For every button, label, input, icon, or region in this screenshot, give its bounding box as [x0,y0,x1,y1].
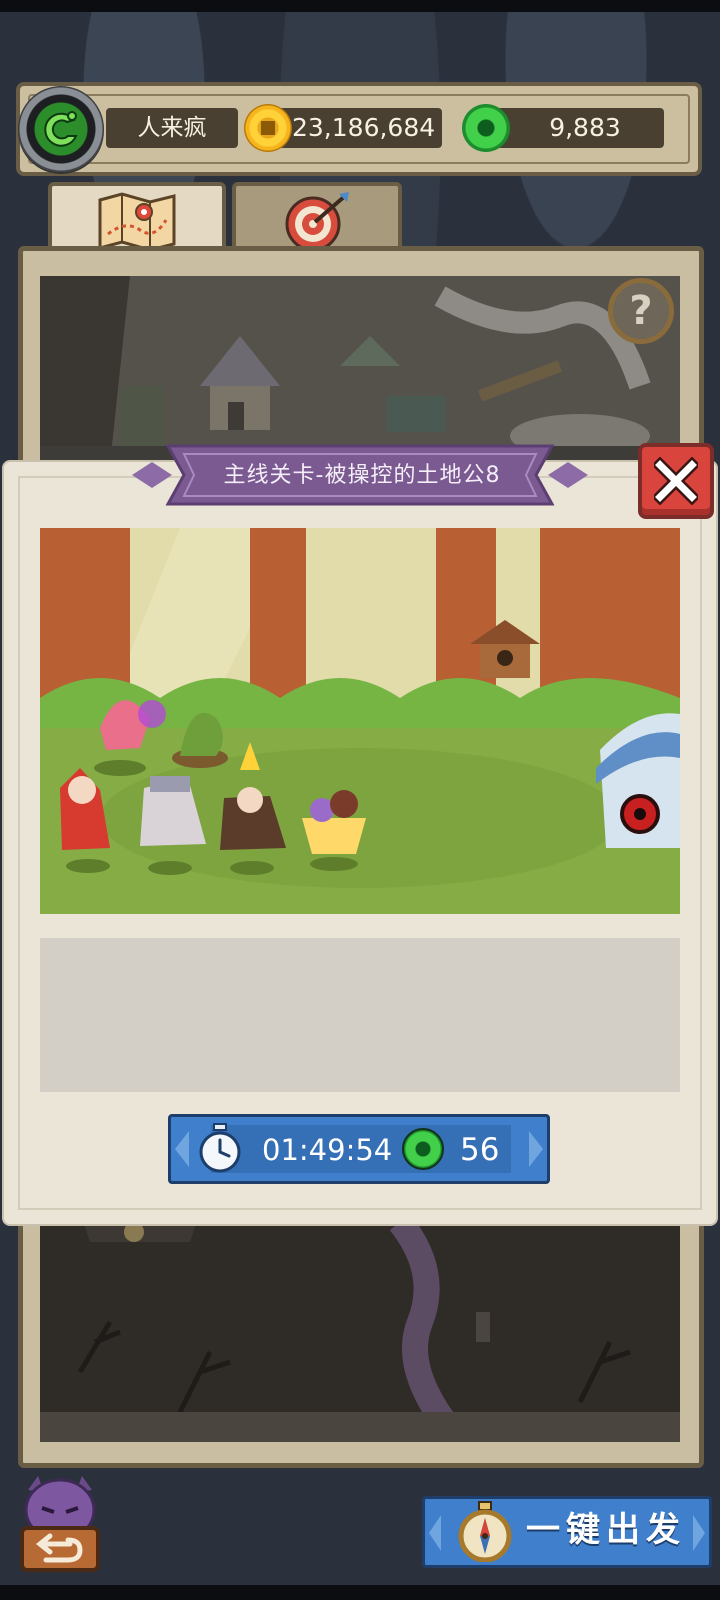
jade-cost-value: 56 [460,1132,500,1168]
close-button[interactable] [638,443,714,519]
jade-cost-icon [402,1128,444,1170]
help-button[interactable]: ? [608,278,674,344]
gold-coin-icon [244,104,292,152]
player-avatar[interactable] [18,86,104,172]
map-icon [98,192,176,252]
status-bar [0,0,720,12]
dark-forest-scene [40,1212,680,1442]
village-scene [40,276,680,464]
stage-title: 主线关卡-被操控的土地公8 [223,463,501,488]
target-icon [285,192,349,252]
map-scene-top[interactable] [40,276,680,464]
player-name: 人来疯 [106,108,238,148]
timer-value: 01:49:54 [262,1133,393,1167]
dragon-emblem-icon [44,111,78,147]
battle-preview [40,528,680,914]
stopwatch-icon [199,1123,241,1173]
tab-target[interactable] [232,182,402,256]
compass-icon [458,1501,512,1562]
navigation-bar [0,1585,720,1600]
forest-battle-scene [40,528,680,914]
tab-map[interactable] [48,182,226,256]
close-icon [654,457,698,505]
back-button[interactable] [14,1470,106,1574]
question-mark-icon: ? [629,288,653,334]
map-scene-bottom[interactable] [40,1212,680,1442]
jade-coin-icon [462,104,510,152]
jade-amount: 9,883 [486,108,664,148]
dispatch-all-label: 一键出发 [526,1510,686,1550]
reward-area [40,938,680,1092]
